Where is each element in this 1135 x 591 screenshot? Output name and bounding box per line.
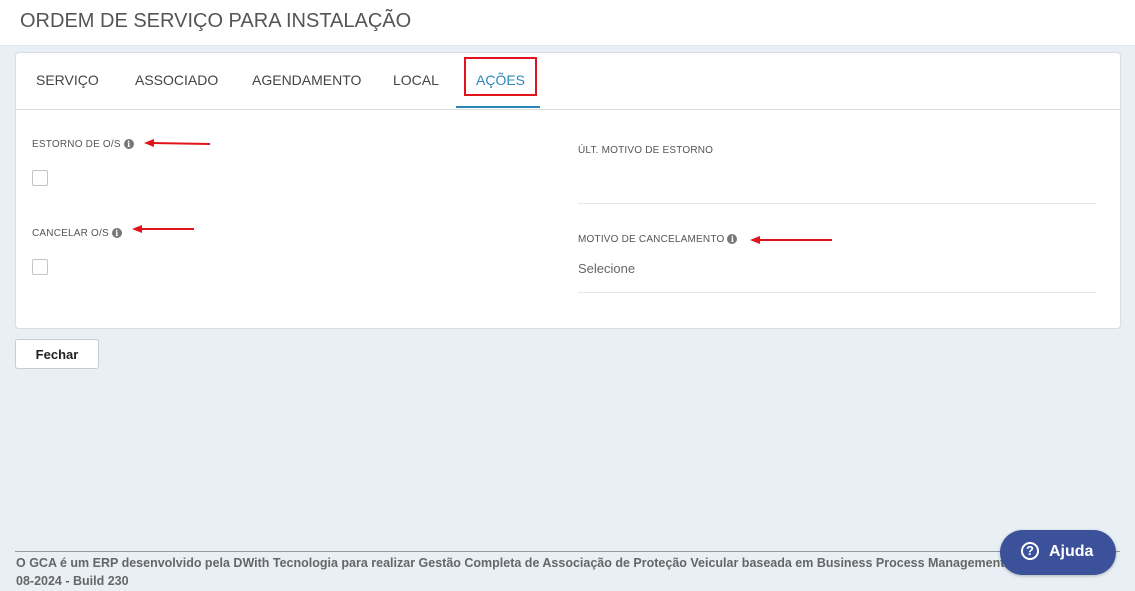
- cancelar-label-row: CANCELAR O/S i: [32, 228, 122, 239]
- cancelar-checkbox[interactable]: [32, 259, 48, 275]
- annotation-arrow-icon: [144, 139, 211, 147]
- info-icon[interactable]: i: [123, 139, 134, 150]
- info-icon[interactable]: i: [111, 228, 122, 239]
- title-bar: ORDEM DE SERVIÇO PARA INSTALAÇÃO: [0, 0, 1135, 46]
- active-tab-indicator: [456, 106, 540, 108]
- tab-bar: SERVIÇO ASSOCIADO AGENDAMENTO LOCAL AÇÕE…: [16, 53, 1120, 110]
- motivo-cancelamento-label-row: MOTIVO DE CANCELAMENTO i: [578, 234, 738, 245]
- ult-motivo-field: [578, 203, 1096, 204]
- tab-local[interactable]: LOCAL: [393, 53, 439, 109]
- motivo-cancelamento-label: MOTIVO DE CANCELAMENTO: [578, 234, 725, 245]
- motivo-cancelamento-underline: [578, 292, 1096, 293]
- footer: O GCA é um ERP desenvolvido pela DWith T…: [16, 554, 1016, 590]
- question-icon: ?: [1021, 542, 1039, 560]
- estorno-checkbox[interactable]: [32, 170, 48, 186]
- ult-motivo-label: ÚLT. MOTIVO DE ESTORNO: [578, 145, 714, 156]
- cancelar-label: CANCELAR O/S: [32, 228, 109, 239]
- tab-agendamento[interactable]: AGENDAMENTO: [252, 53, 361, 109]
- tab-highlight-box: [464, 57, 537, 96]
- close-button[interactable]: Fechar: [15, 339, 99, 369]
- tab-associado[interactable]: ASSOCIADO: [135, 53, 218, 109]
- annotation-arrow-icon: [132, 225, 194, 233]
- estorno-label-row: ESTORNO DE O/S i: [32, 139, 134, 150]
- page-title: ORDEM DE SERVIÇO PARA INSTALAÇÃO: [20, 10, 412, 32]
- estorno-label: ESTORNO DE O/S: [32, 139, 121, 150]
- info-icon[interactable]: i: [727, 234, 738, 245]
- help-button[interactable]: ? Ajuda: [1000, 530, 1116, 575]
- annotation-arrow-icon: [750, 236, 832, 244]
- tab-servico[interactable]: SERVIÇO: [36, 53, 99, 109]
- motivo-cancelamento-select[interactable]: Selecione: [578, 261, 635, 276]
- footer-line-2: 08-2024 - Build 230: [16, 574, 129, 588]
- form-card: SERVIÇO ASSOCIADO AGENDAMENTO LOCAL AÇÕE…: [15, 52, 1121, 329]
- footer-divider: [15, 551, 1120, 552]
- footer-line-1: O GCA é um ERP desenvolvido pela DWith T…: [16, 556, 1005, 570]
- help-label: Ajuda: [1049, 543, 1094, 560]
